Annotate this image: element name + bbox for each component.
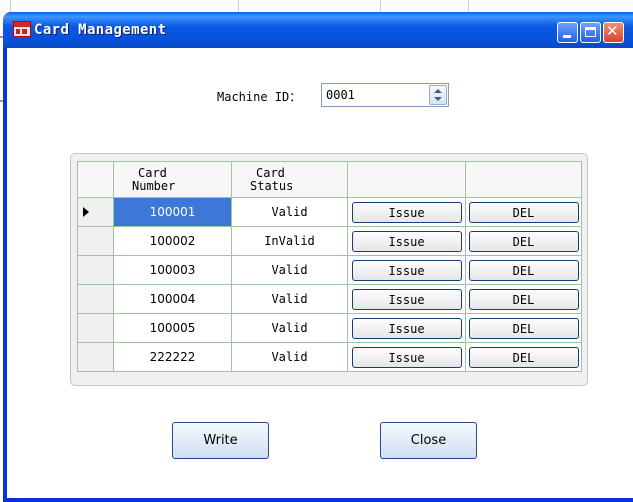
card-number-cell[interactable]: 222222 <box>113 342 232 372</box>
card-status-cell[interactable]: Valid <box>231 255 348 285</box>
del-cell: DEL <box>465 284 582 314</box>
del-button[interactable]: DEL <box>468 259 579 281</box>
app-icon <box>13 21 31 37</box>
maximize-button[interactable] <box>580 22 601 43</box>
desktop-divider <box>380 0 381 12</box>
issue-button[interactable]: Issue <box>351 288 462 310</box>
window-title: Card Management <box>34 22 167 38</box>
card-number-cell[interactable]: 100001 <box>113 197 232 227</box>
issue-cell: Issue <box>347 226 466 256</box>
title-bar[interactable]: Card Management ✕ <box>3 12 633 48</box>
minimize-button[interactable] <box>557 22 578 43</box>
row-header[interactable] <box>77 197 114 227</box>
del-cell: DEL <box>465 255 582 285</box>
issue-button[interactable]: Issue <box>351 201 462 223</box>
table-row[interactable]: 100004 Valid Issue DEL <box>77 284 582 314</box>
cards-grid-panel: Card Number Card Status 100001 Valid Iss… <box>70 153 588 386</box>
maximize-icon <box>585 27 596 37</box>
column-header-issue[interactable] <box>347 161 466 198</box>
issue-button[interactable]: Issue <box>351 317 462 339</box>
issue-cell: Issue <box>347 342 466 372</box>
row-header-corner <box>77 161 114 198</box>
row-header[interactable] <box>77 313 114 343</box>
row-header[interactable] <box>77 226 114 256</box>
column-header-line: Status <box>250 178 294 193</box>
issue-button[interactable]: Issue <box>351 346 462 368</box>
write-button[interactable]: Write <box>172 422 269 459</box>
card-status-cell[interactable]: Valid <box>231 313 348 343</box>
card-status-cell[interactable]: InValid <box>231 226 348 256</box>
row-indicator-icon <box>83 207 89 217</box>
table-row[interactable]: 100003 Valid Issue DEL <box>77 255 582 285</box>
card-number-cell[interactable]: 100005 <box>113 313 232 343</box>
desktop-divider <box>468 0 469 12</box>
issue-cell: Issue <box>347 284 466 314</box>
table-row[interactable]: 100005 Valid Issue DEL <box>77 313 582 343</box>
card-management-window: Card Management ✕ Machine ID： 0001 Card … <box>3 12 633 502</box>
column-header-card-number[interactable]: Card Number <box>113 161 232 198</box>
spin-down-icon[interactable] <box>434 97 442 101</box>
column-header-card-status[interactable]: Card Status <box>231 161 348 198</box>
cards-table: Card Number Card Status 100001 Valid Iss… <box>77 161 582 372</box>
table-row[interactable]: 222222 Valid Issue DEL <box>77 342 582 372</box>
issue-button[interactable]: Issue <box>351 230 462 252</box>
spin-buttons[interactable] <box>429 85 447 105</box>
column-header-line: Card <box>138 165 167 180</box>
card-status-cell[interactable]: Valid <box>231 342 348 372</box>
card-number-cell[interactable]: 100004 <box>113 284 232 314</box>
del-button[interactable]: DEL <box>468 346 579 368</box>
machine-id-spinner[interactable]: 0001 <box>321 83 449 107</box>
issue-cell: Issue <box>347 313 466 343</box>
table-header-row: Card Number Card Status <box>77 161 582 198</box>
del-button[interactable]: DEL <box>468 288 579 310</box>
close-button[interactable]: Close <box>380 422 477 459</box>
machine-id-label: Machine ID： <box>217 90 302 104</box>
card-number-cell[interactable]: 100002 <box>113 226 232 256</box>
card-status-cell[interactable]: Valid <box>231 284 348 314</box>
issue-cell: Issue <box>347 197 466 227</box>
table-row[interactable]: 100002 InValid Issue DEL <box>77 226 582 256</box>
row-header[interactable] <box>77 342 114 372</box>
close-icon: ✕ <box>606 22 619 40</box>
del-cell: DEL <box>465 313 582 343</box>
del-cell: DEL <box>465 197 582 227</box>
del-button[interactable]: DEL <box>468 230 579 252</box>
row-header[interactable] <box>77 284 114 314</box>
dialog-body: Machine ID： 0001 Card Number Card Status… <box>7 48 633 498</box>
table-row[interactable]: 100001 Valid Issue DEL <box>77 197 582 227</box>
minimize-icon <box>563 35 571 38</box>
del-button[interactable]: DEL <box>468 317 579 339</box>
close-window-button[interactable]: ✕ <box>603 22 624 43</box>
issue-button[interactable]: Issue <box>351 259 462 281</box>
desktop-divider <box>238 0 239 12</box>
del-cell: DEL <box>465 226 582 256</box>
column-header-del[interactable] <box>465 161 582 198</box>
machine-id-value[interactable]: 0001 <box>326 88 355 102</box>
card-status-cell[interactable]: Valid <box>231 197 348 227</box>
card-number-cell[interactable]: 100003 <box>113 255 232 285</box>
column-header-line: Card <box>256 165 285 180</box>
del-button[interactable]: DEL <box>468 201 579 223</box>
issue-cell: Issue <box>347 255 466 285</box>
row-header[interactable] <box>77 255 114 285</box>
column-header-line: Number <box>132 178 176 193</box>
del-cell: DEL <box>465 342 582 372</box>
spin-up-icon[interactable] <box>434 89 442 93</box>
desktop-divider <box>10 0 11 12</box>
